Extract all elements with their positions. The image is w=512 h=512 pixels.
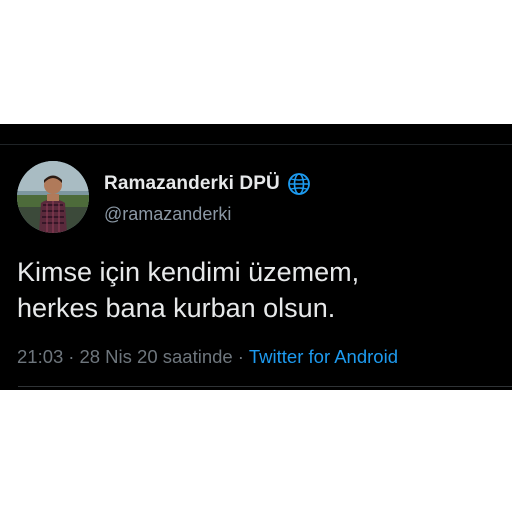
page: Ramazanderki DPÜ @ramazanderki Kimse içi…	[0, 0, 512, 512]
tweet-text: Kimse için kendimi üzemem, herkes bana k…	[17, 254, 497, 326]
tweet-time[interactable]: 21:03	[17, 346, 63, 367]
avatar[interactable]	[17, 161, 89, 233]
tweet-text-line: Kimse için kendimi üzemem,	[17, 257, 360, 287]
author-display-name[interactable]: Ramazanderki DPÜ	[104, 173, 280, 195]
tweet-date[interactable]: 28 Nis 20 saatinde	[79, 346, 232, 367]
tweet-source-link[interactable]: Twitter for Android	[249, 346, 398, 367]
globe-icon	[287, 172, 311, 196]
tweet-card: Ramazanderki DPÜ @ramazanderki Kimse içi…	[0, 124, 512, 390]
tweet-text-line: herkes bana kurban olsun.	[17, 293, 336, 323]
tweet-meta: 21:03 · 28 Nis 20 saatinde · Twitter for And…	[17, 346, 398, 368]
author-name-row: Ramazanderki DPÜ	[104, 172, 311, 196]
meta-separator: ·	[68, 346, 75, 367]
bottom-divider	[18, 386, 512, 387]
top-divider	[0, 144, 512, 145]
meta-separator: ·	[237, 346, 244, 367]
author-username[interactable]: @ramazanderki	[104, 204, 231, 225]
